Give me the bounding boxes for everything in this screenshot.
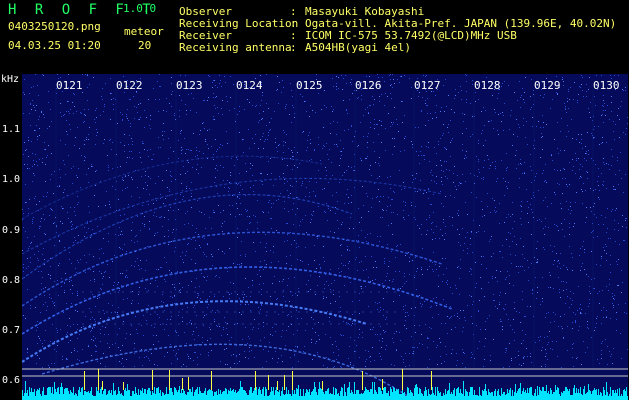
meteor-marker [188, 377, 189, 390]
x-tick: 0123 [176, 79, 203, 92]
meteor-label: meteor [124, 25, 164, 38]
meteor-marker [123, 382, 124, 390]
meteor-marker [382, 379, 383, 390]
x-tick: 0124 [236, 79, 263, 92]
meteor-marker [402, 369, 403, 390]
y-tick: 1.1 [2, 124, 21, 135]
time-stamp: 04.03.25 01:20 [8, 39, 101, 52]
meteor-marker [84, 371, 85, 390]
meteor-marker [431, 371, 432, 390]
spectrogram-plot [22, 74, 628, 400]
x-tick: 0125 [296, 79, 323, 92]
meteor-marker [98, 369, 99, 390]
meteor-marker [277, 381, 278, 390]
y-tick: 1.0 [2, 174, 21, 185]
antenna-label: Receiving antenna [179, 41, 292, 54]
y-tick: 0.7 [2, 325, 21, 336]
signal-level-bars [22, 381, 628, 400]
meteor-marker [102, 381, 103, 390]
meteor-marker [211, 371, 212, 390]
x-tick: 0121 [56, 79, 83, 92]
echo-trace [22, 155, 323, 220]
file-name: 0403250120.png [8, 20, 101, 33]
meteor-marker [268, 375, 269, 390]
echo-trace [22, 194, 353, 280]
x-tick: 0127 [414, 79, 441, 92]
x-tick: 0129 [534, 79, 561, 92]
antenna-colon: : [290, 41, 297, 54]
unit-label: kHz [1, 74, 20, 85]
meteor-marker [182, 378, 183, 390]
app-version: 1.0.0 [123, 2, 157, 15]
antenna-value: A504HB(yagi 4el) [305, 41, 411, 54]
x-tick: 0122 [116, 79, 143, 92]
x-tick: 0126 [355, 79, 382, 92]
meteor-marker [152, 370, 153, 390]
spectrogram-canvas [22, 74, 628, 400]
meteor-marker [284, 375, 285, 390]
y-tick: 0.9 [2, 225, 21, 236]
meteor-marker [362, 371, 363, 390]
meteor-count: 20 [138, 39, 152, 52]
x-tick: 0128 [474, 79, 501, 92]
noise-speckle [22, 74, 628, 368]
meteor-marker [322, 381, 323, 390]
meteor-marker [169, 370, 170, 390]
y-tick: 0.6 [2, 375, 21, 386]
y-tick: 0.8 [2, 275, 21, 286]
meteor-marker [255, 371, 256, 390]
x-tick: 0130 [593, 79, 620, 92]
meteor-marker [292, 371, 293, 390]
